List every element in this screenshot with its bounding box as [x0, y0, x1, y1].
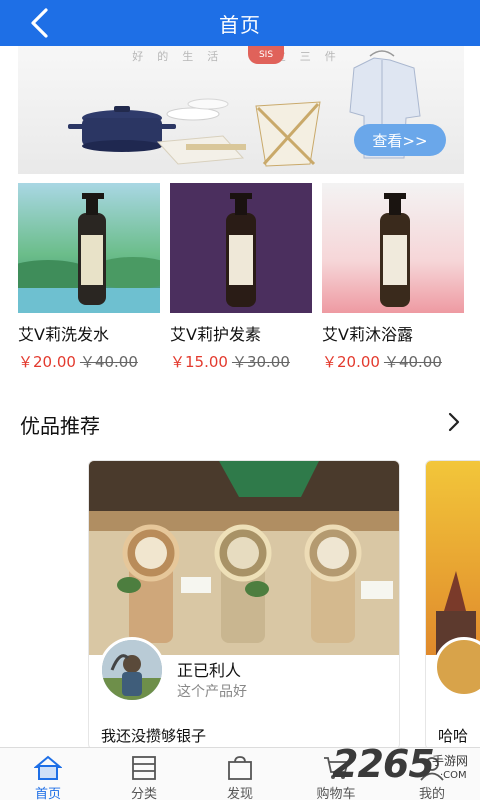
product-name: 艾V莉沐浴露 — [322, 325, 413, 344]
tab-discover[interactable]: 发现 — [192, 748, 288, 800]
watermark-text: 手游网 — [432, 754, 469, 768]
card-text: 我还没攒够银子 — [101, 727, 207, 745]
tab-label: 首页 — [34, 787, 61, 800]
current-price: ￥15.00 — [170, 353, 228, 371]
section-title: 优品推荐 — [20, 414, 100, 438]
product-prices: ￥20.00 ￥40.00 — [18, 351, 160, 372]
recommend-image — [426, 461, 480, 655]
tab-category[interactable]: 分类 — [96, 748, 192, 800]
product-card[interactable]: 艾V莉洗发水 ￥20.00 ￥40.00 — [18, 183, 160, 372]
original-price: ￥40.00 — [383, 353, 442, 371]
discover-icon — [226, 755, 254, 781]
watermark-domain: ·COM — [440, 770, 467, 781]
avatar[interactable] — [434, 637, 480, 697]
tab-label: 发现 — [226, 787, 253, 800]
home-icon — [34, 755, 62, 781]
product-card[interactable]: 艾V莉护发素 ￥15.00 ￥30.00 — [170, 183, 312, 372]
product-prices: ￥15.00 ￥30.00 — [170, 351, 312, 372]
user-comment: 这个产品好 — [177, 684, 247, 700]
promo-banner[interactable]: 好的生活 不过三件 SIS 查看>> — [18, 46, 464, 174]
product-prices: ￥20.00 ￥40.00 — [322, 351, 464, 372]
chevron-left-icon — [31, 8, 48, 38]
product-row: 艾V莉洗发水 ￥20.00 ￥40.00 艾V莉护发素 ￥15.00 ￥30.00 — [18, 183, 468, 373]
product-image — [18, 183, 160, 313]
view-more-button[interactable]: 查看>> — [354, 124, 446, 156]
tab-label: 分类 — [130, 787, 157, 800]
user-name: 正已利人 — [177, 661, 242, 680]
product-image — [170, 183, 312, 313]
original-price: ￥30.00 — [231, 353, 290, 371]
avatar[interactable] — [99, 637, 165, 703]
product-name: 艾V莉护发素 — [170, 325, 261, 344]
category-icon — [130, 755, 158, 781]
current-price: ￥20.00 — [18, 353, 76, 371]
current-price: ￥20.00 — [322, 353, 380, 371]
original-price: ￥40.00 — [79, 353, 138, 371]
top-bar: 首页 — [0, 0, 480, 46]
section-more-button[interactable] — [440, 408, 468, 436]
watermark-number: 2265 — [332, 742, 435, 786]
page-title: 首页 — [219, 12, 261, 37]
back-button[interactable] — [22, 6, 56, 40]
recommend-card[interactable]: 哈哈 — [425, 460, 480, 750]
tab-home[interactable]: 首页 — [0, 748, 96, 800]
product-image — [322, 183, 464, 313]
recommend-image — [89, 461, 399, 655]
chevron-right-icon — [448, 412, 460, 432]
product-name: 艾V莉洗发水 — [18, 325, 109, 344]
recommend-card[interactable]: 正已利人 这个产品好 我还没攒够银子 — [88, 460, 400, 750]
product-card[interactable]: 艾V莉沐浴露 ￥20.00 ￥40.00 — [322, 183, 464, 372]
watermark-logo: 2265 手游网 ·COM — [332, 742, 480, 800]
